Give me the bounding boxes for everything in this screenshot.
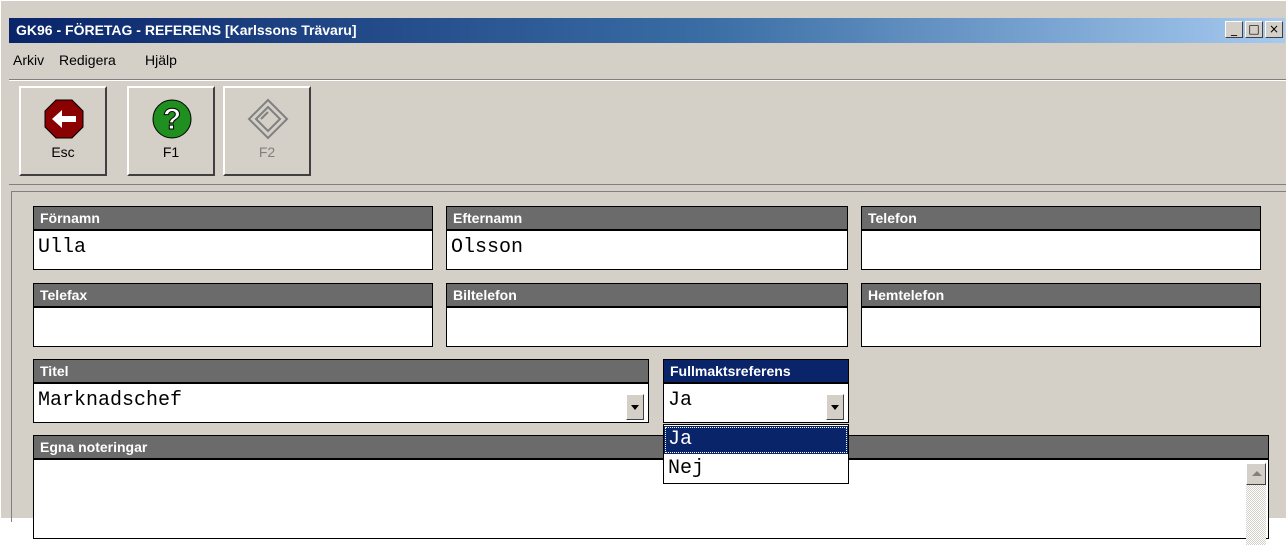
title-bar[interactable]: GK96 - FÖRETAG - REFERENS [Karlssons Trä… (9, 18, 1285, 43)
notes-scrollbar-track[interactable] (1246, 485, 1266, 545)
fullmaktsreferens-label: Fullmaktsreferens (663, 359, 849, 383)
hemtelefon-input[interactable] (861, 307, 1261, 347)
fullmaktsreferens-value: Ja (668, 389, 693, 412)
fornamn-label: Förnamn (33, 206, 433, 230)
esc-label: Esc (51, 144, 75, 160)
menu-redigera[interactable]: Redigera (59, 52, 116, 68)
titel-field: Titel Marknadschef (33, 359, 649, 423)
f2-save-button[interactable]: F2 (223, 86, 311, 176)
biltelefon-input[interactable] (446, 307, 848, 347)
efternamn-input[interactable]: Olsson (446, 230, 848, 270)
minimize-icon: _ (1231, 22, 1237, 36)
fullmaktsreferens-field: Fullmaktsreferens Ja (663, 359, 849, 423)
menu-hjalp[interactable]: Hjälp (145, 52, 177, 68)
close-icon: × (1268, 22, 1280, 36)
f1-label: F1 (162, 144, 180, 160)
close-button[interactable]: × (1265, 21, 1283, 38)
notes-label: Egna noteringar (33, 435, 1269, 459)
fornamn-field: Förnamn Ulla (33, 206, 433, 270)
app-window: GK96 - FÖRETAG - REFERENS [Karlssons Trä… (0, 0, 1286, 545)
toolbar: Esc ? F1 F2 (9, 79, 1286, 185)
window-title: GK96 - FÖRETAG - REFERENS [Karlssons Trä… (16, 22, 357, 38)
dropdown-option-nej[interactable]: Nej (664, 455, 848, 483)
f2-label: F2 (258, 144, 276, 160)
telefax-input[interactable] (33, 307, 433, 347)
titel-label: Titel (33, 359, 649, 383)
hemtelefon-field: Hemtelefon (861, 283, 1261, 347)
telefon-field: Telefon (861, 206, 1261, 270)
notes-scroll-up-button[interactable] (1246, 463, 1266, 485)
menu-bar: Arkiv Redigera Hjälp (9, 47, 1285, 71)
f1-help-button[interactable]: ? F1 (127, 86, 215, 176)
fullmaktsreferens-combobox[interactable]: Ja (663, 383, 849, 423)
hemtelefon-label: Hemtelefon (861, 283, 1261, 307)
dropdown-option-ja[interactable]: Ja (664, 426, 848, 454)
svg-text:?: ? (163, 103, 181, 136)
titel-value: Marknadschef (38, 389, 183, 412)
efternamn-label: Efternamn (446, 206, 848, 230)
save-disk-icon (247, 98, 289, 140)
fullmaktsreferens-dropdown-list: Ja Nej (663, 424, 849, 484)
notes-textarea[interactable] (33, 459, 1269, 539)
titel-dropdown-button[interactable] (626, 394, 644, 420)
help-icon: ? (152, 99, 192, 139)
efternamn-field: Efternamn Olsson (446, 206, 848, 270)
telefon-input[interactable] (861, 230, 1261, 270)
telefax-label: Telefax (33, 283, 433, 307)
esc-button[interactable]: Esc (19, 86, 107, 176)
biltelefon-label: Biltelefon (446, 283, 848, 307)
minimize-button[interactable]: _ (1225, 21, 1243, 38)
titel-combobox[interactable]: Marknadschef (33, 383, 649, 423)
stop-arrow-icon (44, 99, 84, 139)
fullmaktsreferens-dropdown-button[interactable] (826, 394, 844, 420)
menu-arkiv[interactable]: Arkiv (13, 52, 44, 68)
telefax-field: Telefax (33, 283, 433, 347)
fornamn-input[interactable]: Ulla (33, 230, 433, 270)
maximize-icon: □ (1248, 22, 1260, 36)
biltelefon-field: Biltelefon (446, 283, 848, 347)
notes-field: Egna noteringar (33, 435, 1269, 545)
maximize-button[interactable]: □ (1245, 21, 1263, 38)
telefon-label: Telefon (861, 206, 1261, 230)
